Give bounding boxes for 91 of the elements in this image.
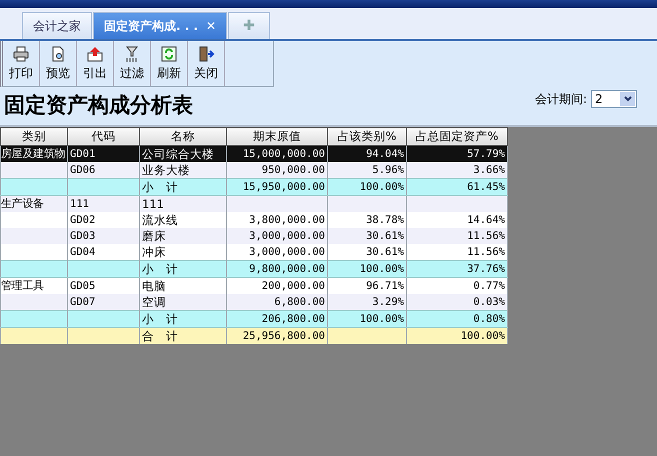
toolbar-button[interactable]: 刷新 [151, 41, 188, 86]
table-cell: 公司综合大楼 [140, 146, 226, 162]
table-cell: 房屋及建筑物 [0, 146, 68, 162]
table-cell: 15,000,000.00 [226, 146, 328, 162]
table-cell [0, 162, 68, 178]
table-cell: 合 计 [140, 328, 226, 344]
table-cell [68, 178, 140, 196]
column-header[interactable]: 占该类别% [328, 128, 406, 146]
table-cell [0, 294, 68, 310]
close-icon[interactable]: ✕ [206, 19, 216, 33]
table-cell: 25,956,800.00 [226, 328, 328, 344]
table-cell: 100.00% [328, 178, 406, 196]
table-cell: 30.61% [328, 244, 406, 260]
toolbar-button[interactable]: 引出 [77, 41, 114, 86]
toolbar-button[interactable]: 预览 [40, 41, 77, 86]
table-cell: 管理工具 [0, 278, 68, 294]
table-cell: GD06 [68, 162, 140, 178]
table-cell [68, 328, 140, 344]
table-cell: GD01 [68, 146, 140, 162]
table-cell: 94.04% [328, 146, 406, 162]
toolbar-button[interactable]: 关闭 [188, 41, 225, 86]
report-title: 固定资产构成分析表 [4, 92, 193, 119]
table-cell: 11.56% [406, 244, 508, 260]
table-cell: 15,950,000.00 [226, 178, 328, 196]
table-cell: 业务大楼 [140, 162, 226, 178]
table-cell: 100.00% [406, 328, 508, 344]
table-cell [0, 260, 68, 278]
column-header[interactable]: 名称 [140, 128, 226, 146]
table-cell: 3,000,000.00 [226, 244, 328, 260]
period-label: 会计期间: [534, 90, 587, 108]
table-cell: 3,800,000.00 [226, 212, 328, 228]
table-cell: 61.45% [406, 178, 508, 196]
table-cell [68, 310, 140, 328]
table-cell: GD04 [68, 244, 140, 260]
table-cell: 小 计 [140, 310, 226, 328]
period-select[interactable]: 2 [591, 90, 637, 108]
table-cell: 3,000,000.00 [226, 228, 328, 244]
table-cell: 0.80% [406, 310, 508, 328]
table-cell: 小 计 [140, 178, 226, 196]
table-cell: 100.00% [328, 310, 406, 328]
table-cell: 磨床 [140, 228, 226, 244]
table-cell: 流水线 [140, 212, 226, 228]
tab[interactable]: 会计之家 [22, 12, 92, 39]
table-cell: 37.76% [406, 260, 508, 278]
table-cell: 0.77% [406, 278, 508, 294]
table-cell: 950,000.00 [226, 162, 328, 178]
table-cell [68, 260, 140, 278]
table-cell: 38.78% [328, 212, 406, 228]
table-cell: 电脑 [140, 278, 226, 294]
table-cell: GD02 [68, 212, 140, 228]
table-cell: 6,800.00 [226, 294, 328, 310]
table-cell: GD03 [68, 228, 140, 244]
table-cell: 200,000.00 [226, 278, 328, 294]
toolbar-button[interactable]: 打印 [3, 41, 40, 86]
table-cell: 100.00% [328, 260, 406, 278]
tab[interactable]: 固定资产构成. . . ✕ [93, 12, 228, 39]
table-cell [0, 328, 68, 344]
table-cell [0, 212, 68, 228]
table-cell: 14.64% [406, 212, 508, 228]
column-header[interactable]: 代码 [68, 128, 140, 146]
column-header[interactable]: 占总固定资产% [406, 128, 508, 146]
printer-icon [12, 45, 30, 63]
export-icon [86, 45, 104, 63]
table-cell: 小 计 [140, 260, 226, 278]
table-cell: GD05 [68, 278, 140, 294]
table-cell: 冲床 [140, 244, 226, 260]
toolbar-button[interactable]: 过滤 [114, 41, 151, 86]
table-cell: 空调 [140, 294, 226, 310]
dropdown-icon [620, 92, 635, 106]
column-header[interactable]: 类别 [0, 128, 68, 146]
table-cell: 57.79% [406, 146, 508, 162]
table-cell: 30.61% [328, 228, 406, 244]
table-cell: 5.96% [328, 162, 406, 178]
table-cell: GD07 [68, 294, 140, 310]
column-header[interactable]: 期末原值 [226, 128, 328, 146]
table-cell: 3.29% [328, 294, 406, 310]
refresh-icon [160, 45, 178, 63]
table-cell: 96.71% [328, 278, 406, 294]
table-cell [0, 244, 68, 260]
table-cell [0, 310, 68, 328]
exit-icon [197, 45, 215, 63]
table-cell: 9,800,000.00 [226, 260, 328, 278]
table-cell: 111 [68, 196, 140, 212]
table-cell: 3.66% [406, 162, 508, 178]
table-cell: 11.56% [406, 228, 508, 244]
table-cell [0, 178, 68, 196]
table-cell [0, 228, 68, 244]
table-cell: 0.03% [406, 294, 508, 310]
filter-icon [123, 45, 141, 63]
table-cell: 206,800.00 [226, 310, 328, 328]
table-cell: 111 [140, 196, 226, 212]
